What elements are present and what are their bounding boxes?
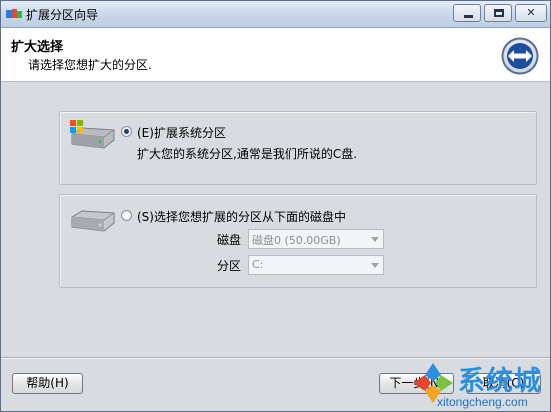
help-button[interactable]: 帮助(H) xyxy=(12,373,83,394)
disk-label: 磁盘 xyxy=(217,233,242,247)
watermark-brand: 系统城 xyxy=(458,366,542,397)
partition-select[interactable]: C: xyxy=(248,255,384,275)
page-title: 扩大选择 xyxy=(11,40,64,55)
extend-system-label[interactable]: (E)扩展系统分区 xyxy=(137,124,226,141)
title-bar[interactable]: 扩展分区向导 ✕ xyxy=(1,1,550,28)
extend-system-panel: (E)扩展系统分区 扩大您的系统分区,通常是我们所说的C盘. xyxy=(59,111,537,185)
wizard-header: 扩大选择 请选择您想扩大的分区. xyxy=(1,28,550,82)
disk-select-value: 磁盘0 (50.00GB) xyxy=(252,234,341,247)
system-drive-icon xyxy=(70,120,115,149)
close-icon: ✕ xyxy=(526,6,536,19)
select-partition-label[interactable]: (S)选择您想扩展的分区从下面的磁盘中 xyxy=(137,208,346,225)
disk-select[interactable]: 磁盘0 (50.00GB) xyxy=(248,229,384,249)
page-subtitle: 请选择您想扩大的分区. xyxy=(28,58,152,72)
maximize-button[interactable] xyxy=(484,4,512,22)
partition-label: 分区 xyxy=(217,259,242,273)
extend-system-description: 扩大您的系统分区,通常是我们所说的C盘. xyxy=(137,147,358,161)
select-partition-panel: (S)选择您想扩展的分区从下面的磁盘中 磁盘 磁盘0 (50.00GB) 分区 … xyxy=(59,194,537,288)
chevron-down-icon xyxy=(371,263,379,268)
partition-select-value: C: xyxy=(252,258,264,271)
wizard-window: 扩展分区向导 ✕ 扩大选择 请选择您想扩大的分区. (E)扩展系统分区 扩大您的… xyxy=(0,0,551,412)
extend-system-radio[interactable] xyxy=(121,126,132,137)
chevron-down-icon xyxy=(371,237,379,242)
watermark-url: xitongcheng.com xyxy=(437,395,528,409)
extend-arrows-icon xyxy=(501,37,539,75)
close-button[interactable]: ✕ xyxy=(515,4,547,22)
minimize-icon xyxy=(464,15,473,18)
window-title: 扩展分区向导 xyxy=(26,8,99,22)
select-partition-radio[interactable] xyxy=(121,210,132,221)
disk-drive-icon xyxy=(71,210,115,232)
minimize-button[interactable] xyxy=(453,4,481,22)
maximize-icon xyxy=(494,9,504,17)
app-icon xyxy=(6,9,22,18)
